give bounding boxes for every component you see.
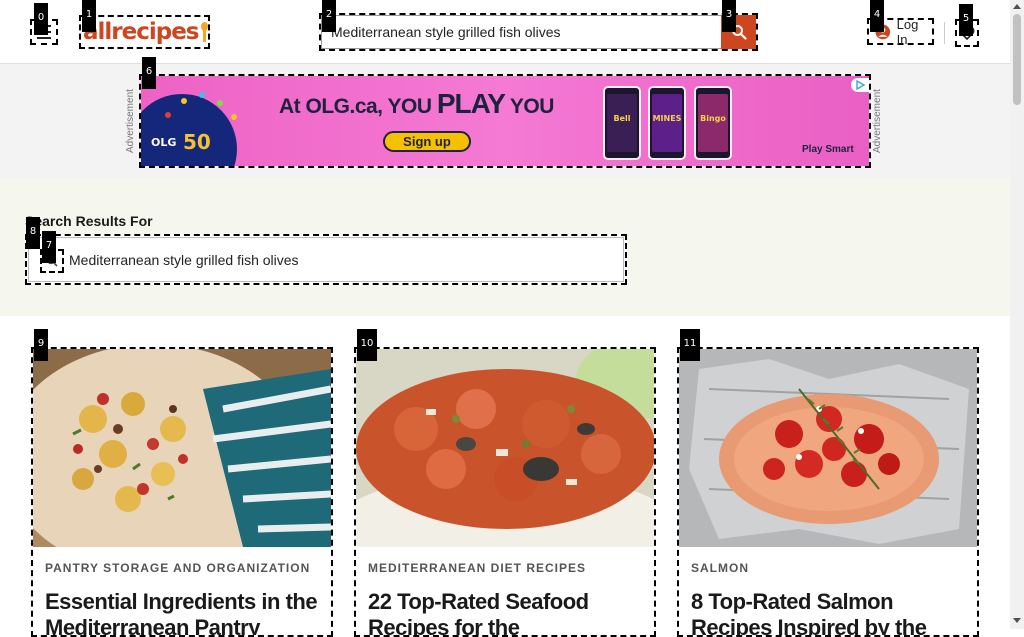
results-search-field[interactable]: Mediterranean style grilled fish olives: [25, 234, 627, 285]
element-marker: 4: [870, 0, 884, 32]
search-results-header: Search Results For Mediterranean style g…: [0, 178, 1010, 316]
scroll-up-arrow-icon[interactable]: [1013, 4, 1021, 9]
ad-creative: OLG 50 At OLG.ca, YOU PLAY YOU Sign up B…: [141, 76, 869, 166]
element-marker: 11: [680, 329, 700, 361]
logo-text: allrecipes: [83, 19, 200, 45]
ad-brand-number: 50: [183, 130, 211, 154]
ad-phone-game: Bingo: [700, 114, 726, 123]
card-category: SALMON: [691, 561, 749, 575]
ad-phone: Bell: [603, 86, 641, 160]
ad-headline-suffix: YOU: [504, 95, 555, 118]
site-header: allrecipes Log In: [0, 0, 1010, 64]
card-title: 8 Top-Rated Salmon Recipes Inspired by t…: [691, 589, 927, 637]
advertisement-label: Advertisement: [125, 89, 136, 154]
ad-phone-screen: [607, 94, 637, 152]
search-bar: [319, 13, 758, 51]
confetti-dot: [231, 114, 237, 120]
element-marker: 2: [322, 0, 336, 32]
card-category: PANTRY STORAGE AND ORGANIZATION: [45, 561, 311, 575]
scroll-down-arrow-icon[interactable]: [1013, 618, 1021, 623]
ad-footer: Play Smart: [802, 144, 854, 155]
card-image-salmon: [679, 349, 977, 547]
element-marker: 9: [34, 329, 48, 361]
confetti-dot: [181, 98, 187, 104]
ad-headline-prefix: At OLG.ca, YOU: [279, 95, 437, 118]
card-image-pasta-salad: [33, 349, 331, 547]
element-marker: 1: [82, 0, 96, 32]
element-marker: 6: [142, 57, 156, 89]
results-query: Mediterranean style grilled fish olives: [28, 237, 624, 282]
recipe-card[interactable]: SALMON 8 Top-Rated Salmon Recipes Inspir…: [677, 347, 979, 637]
advertisement-label: Advertisement: [872, 89, 883, 154]
element-marker: 5: [959, 4, 973, 36]
element-marker: 0: [34, 3, 48, 35]
search-input[interactable]: [321, 15, 721, 49]
ad-phone-game: Bell: [613, 114, 631, 123]
page-scrollbar[interactable]: [1010, 0, 1024, 629]
card-category: MEDITERRANEAN DIET RECIPES: [368, 561, 587, 575]
element-marker: 10: [357, 329, 377, 361]
ad-brand: OLG: [151, 136, 177, 149]
login-label: Log In: [896, 16, 919, 47]
ad-headline-big: PLAY: [436, 88, 506, 119]
confetti-dot: [165, 112, 171, 118]
ad-phone-game: MINES: [652, 114, 682, 123]
card-title: 22 Top-Rated Seafood Recipes for the Med…: [368, 589, 589, 637]
element-marker: 3: [722, 0, 736, 32]
scroll-thumb[interactable]: [1013, 14, 1021, 105]
confetti-dot: [217, 100, 223, 106]
banner-ad[interactable]: OLG 50 At OLG.ca, YOU PLAY YOU Sign up B…: [139, 74, 871, 168]
ad-phone-screen: [652, 94, 682, 152]
ad-phone-screen: [698, 94, 728, 152]
recipe-card[interactable]: PANTRY STORAGE AND ORGANIZATION Essentia…: [31, 347, 333, 637]
results-label: Search Results For: [25, 213, 153, 229]
ad-phone: MINES: [648, 86, 686, 160]
hamburger-line: [37, 37, 51, 39]
card-title: Essential Ingredients in the Mediterrane…: [45, 589, 318, 637]
allrecipes-logo[interactable]: allrecipes: [79, 15, 210, 49]
ad-headline: At OLG.ca, YOU PLAY YOU: [279, 88, 554, 120]
header-divider: [944, 22, 945, 44]
confetti-dot: [199, 92, 205, 98]
element-marker: 8: [26, 217, 40, 249]
adchoices-button[interactable]: [851, 78, 869, 92]
element-marker: 7: [42, 231, 56, 263]
recipe-card[interactable]: MEDITERRANEAN DIET RECIPES 22 Top-Rated …: [354, 347, 656, 637]
adchoices-icon: [856, 80, 865, 90]
ad-signup-button[interactable]: Sign up: [383, 131, 471, 152]
spoon-icon: [200, 22, 208, 42]
card-image-seafood: [356, 349, 654, 547]
ad-phone: Bingo: [694, 86, 732, 160]
